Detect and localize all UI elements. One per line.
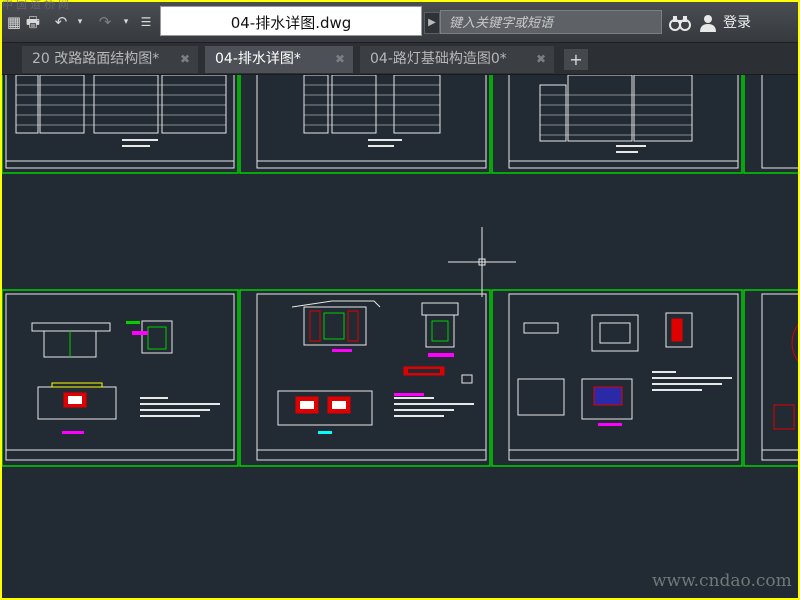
close-icon[interactable]: ✖	[536, 46, 546, 73]
sheet4-details	[773, 324, 798, 430]
tab-label: 20 改路路面结构图*	[32, 51, 160, 67]
top-table-rows	[16, 84, 692, 136]
close-icon[interactable]: ✖	[335, 46, 345, 73]
sheet-row-top	[2, 75, 798, 174]
print-icon[interactable]: 🖶	[22, 12, 44, 32]
tab-road-structure[interactable]: 20 改路路面结构图* ✖	[22, 46, 198, 73]
crosshair-cursor	[448, 227, 516, 297]
document-title: 04-排水详图.dwg	[230, 14, 352, 32]
sheet1-details	[31, 320, 173, 434]
watermark-bottom: www.cndao.com	[652, 571, 792, 591]
autocad-window: ▦ 🖶 ↶ ▾ ↷ ▾ ☰ 04-排水详图.dwg ▶ 登录 20 改路路面结构…	[2, 2, 798, 598]
cad-drawing	[2, 75, 798, 467]
top-notes	[122, 139, 646, 153]
tab-streetlight-foundation[interactable]: 04-路灯基础构造图0* ✖	[360, 46, 554, 73]
sheet3-notes	[652, 371, 732, 391]
sheet1-notes	[140, 397, 220, 417]
new-tab-button[interactable]: +	[564, 49, 588, 70]
app-menu-icon[interactable]: ▦	[6, 12, 22, 32]
redo-dropdown-icon[interactable]: ▾	[120, 12, 132, 32]
tab-label: 04-路灯基础构造图0*	[370, 51, 507, 67]
login-button[interactable]: 登录	[723, 14, 751, 32]
undo-icon[interactable]: ↶	[50, 12, 72, 32]
binoculars-icon[interactable]	[669, 14, 691, 32]
search-options-icon[interactable]: ▶	[424, 12, 440, 34]
customize-icon[interactable]: ☰	[138, 12, 154, 32]
close-icon[interactable]: ✖	[180, 46, 190, 73]
search-box[interactable]	[440, 10, 662, 34]
title-bar: ▦ 🖶 ↶ ▾ ↷ ▾ ☰ 04-排水详图.dwg ▶ 登录	[2, 2, 798, 43]
undo-dropdown-icon[interactable]: ▾	[74, 12, 86, 32]
tab-drainage-details[interactable]: 04-排水详图* ✖	[205, 46, 353, 73]
user-icon[interactable]	[699, 14, 717, 32]
sheet2-notes	[394, 393, 474, 417]
drawing-canvas[interactable]	[2, 75, 798, 598]
search-input[interactable]	[447, 13, 657, 33]
document-title-box: 04-排水详图.dwg	[160, 6, 422, 36]
file-tab-bar: 20 改路路面结构图* ✖ 04-排水详图* ✖ 04-路灯基础构造图0* ✖ …	[2, 43, 798, 75]
sheet2-details	[277, 300, 473, 434]
redo-icon[interactable]: ↷	[94, 12, 116, 32]
tab-label: 04-排水详图*	[215, 51, 301, 67]
sheet3-details	[517, 312, 693, 426]
watermark-top: 中国道桥网	[2, 0, 72, 11]
